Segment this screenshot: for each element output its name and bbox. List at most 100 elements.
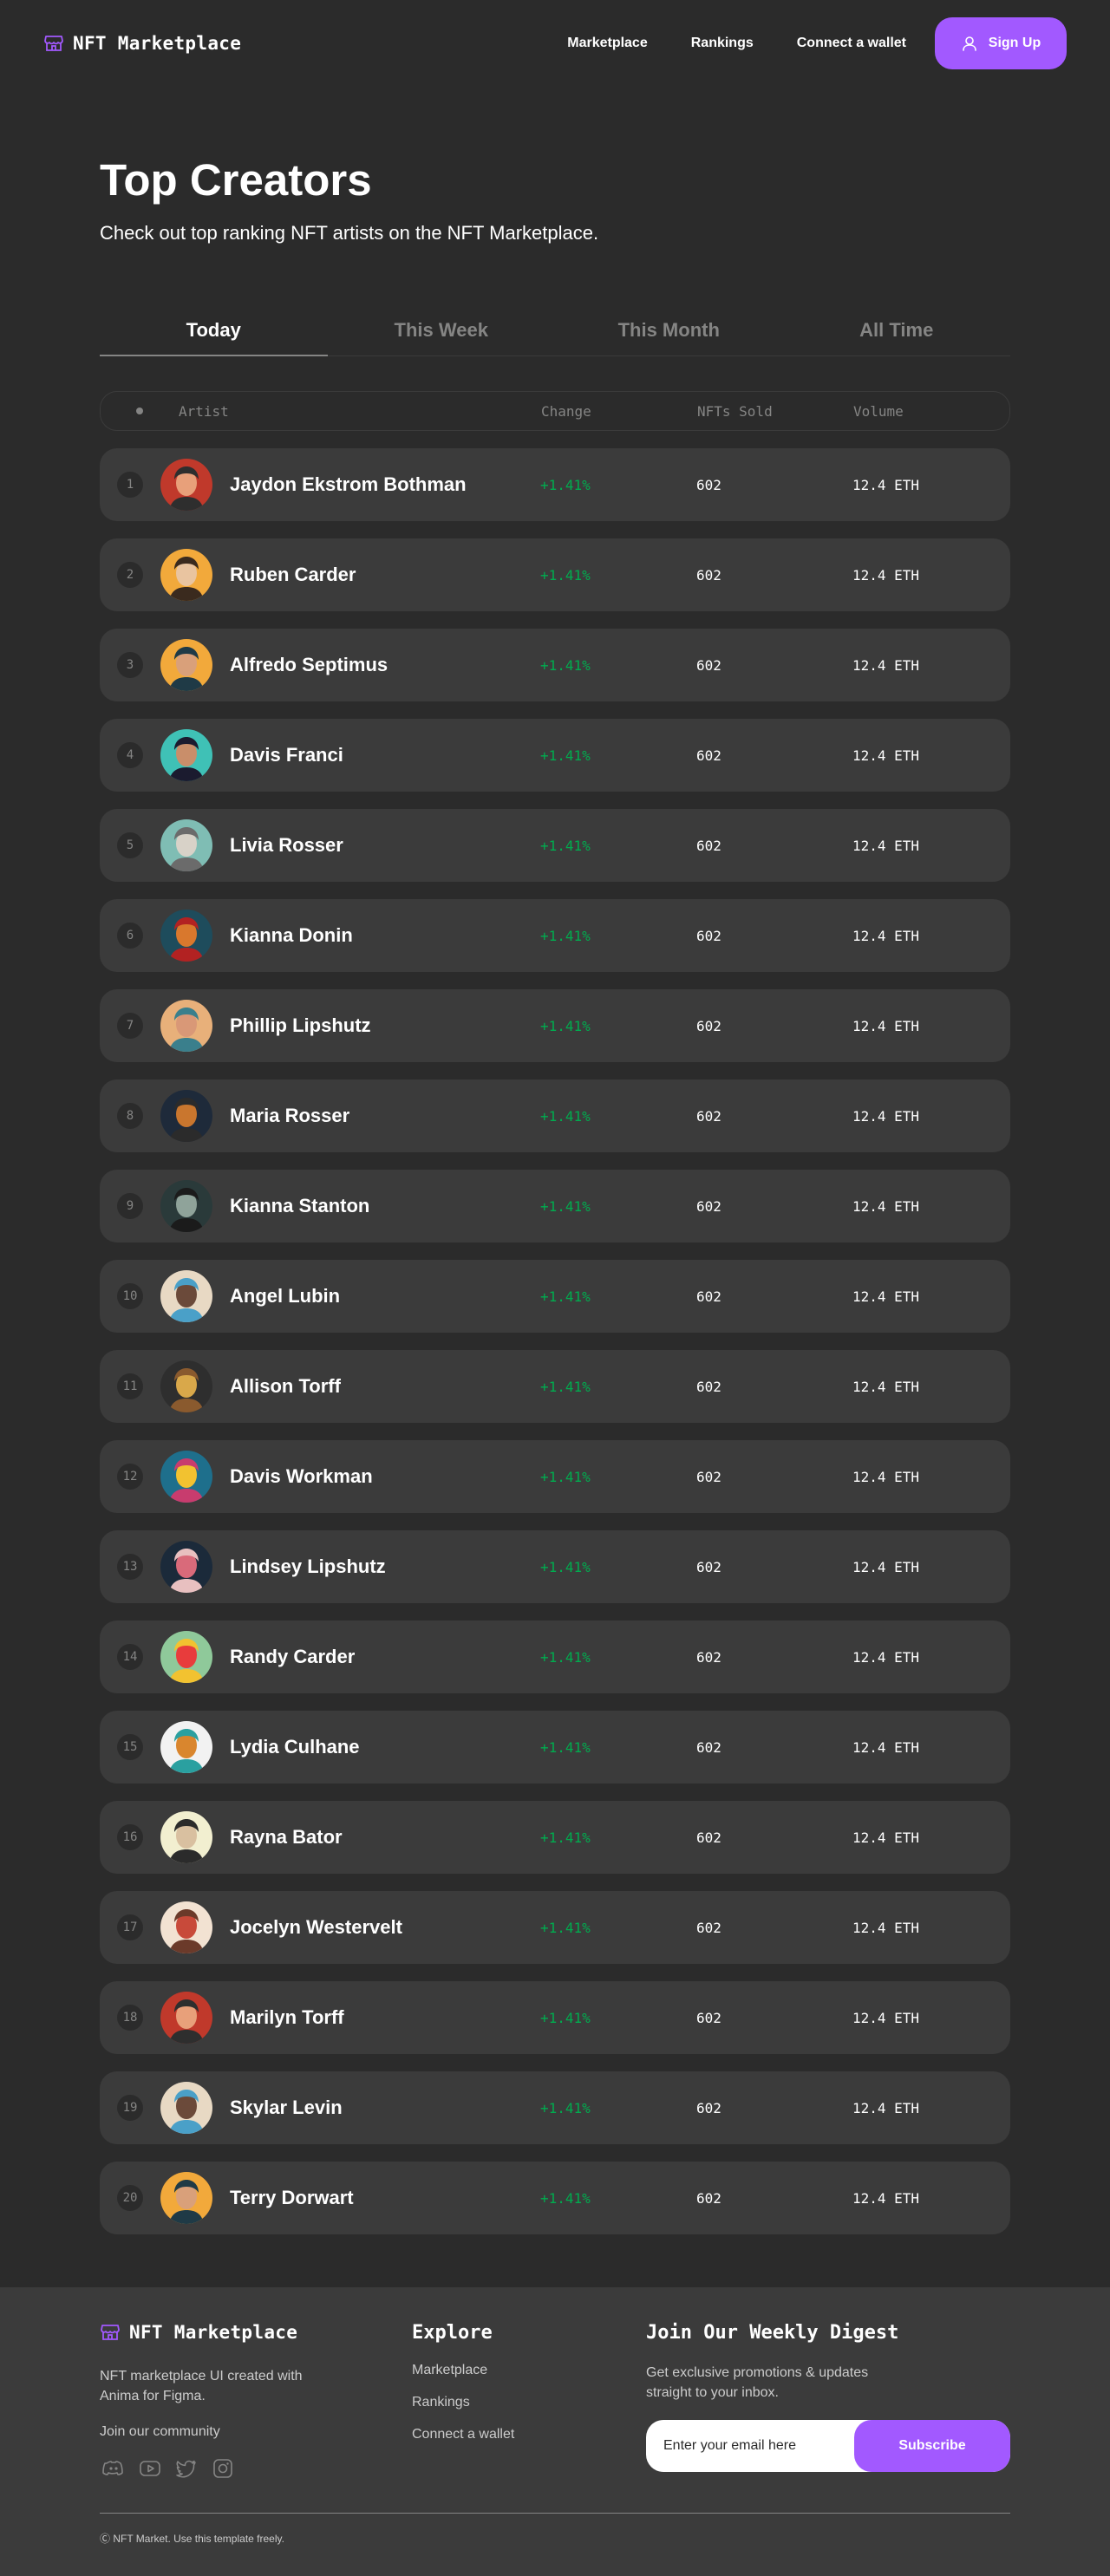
artist-cell: Lindsey Lipshutz (160, 1541, 540, 1594)
rankings-table: Artist Change NFTs Sold Volume 1 Jaydon … (100, 391, 1010, 2235)
email-input[interactable] (646, 2438, 854, 2455)
change-value: +1.41% (540, 1288, 591, 1305)
table-row[interactable]: 2 Ruben Carder +1.41% 602 12.4 ETH (100, 538, 1010, 612)
artist-cell: Terry Dorwart (160, 2172, 540, 2225)
avatar-portrait (160, 1541, 212, 1594)
nfts-sold-value: 602 (696, 2009, 722, 2026)
rank-cell: 6 (117, 923, 160, 949)
volume-value: 12.4 ETH (852, 656, 920, 674)
volume-value: 12.4 ETH (852, 476, 920, 493)
table-row[interactable]: 9 Kianna Stanton +1.41% 602 12.4 ETH (100, 1170, 1010, 1243)
rank-badge: 1 (117, 472, 143, 499)
sold-header: NFTs Sold (697, 402, 773, 420)
table-row[interactable]: 13 Lindsey Lipshutz +1.41% 602 12.4 ETH (100, 1530, 1010, 1604)
table-row[interactable]: 12 Davis Workman +1.41% 602 12.4 ETH (100, 1440, 1010, 1514)
volume-value: 12.4 ETH (852, 2099, 920, 2116)
volume-value: 12.4 ETH (852, 1017, 920, 1034)
nfts-sold-value: 602 (696, 1197, 722, 1215)
nfts-sold-value: 602 (696, 747, 722, 764)
artist-name: Livia Rosser (230, 834, 343, 857)
table-row[interactable]: 3 Alfredo Septimus +1.41% 602 12.4 ETH (100, 629, 1010, 702)
table-row[interactable]: 19 Skylar Levin +1.41% 602 12.4 ETH (100, 2071, 1010, 2145)
change-value: +1.41% (540, 1829, 591, 1846)
footer: NFT Marketplace NFT marketplace UI creat… (0, 2287, 1110, 2576)
avatar-portrait (160, 910, 212, 962)
artist-name: Lydia Culhane (230, 1736, 360, 1758)
avatar-portrait (160, 1811, 212, 1864)
rank-cell: 12 (117, 1464, 160, 1490)
instagram-link[interactable] (209, 2455, 237, 2482)
table-row[interactable]: 17 Jocelyn Westervelt +1.41% 602 12.4 ET… (100, 1891, 1010, 1965)
table-row[interactable]: 18 Marilyn Torff +1.41% 602 12.4 ETH (100, 1981, 1010, 2055)
avatar-portrait (160, 639, 212, 692)
nav-link-rankings[interactable]: Rankings (669, 36, 775, 51)
nfts-sold-value: 602 (696, 656, 722, 674)
youtube-link[interactable] (136, 2455, 164, 2482)
artist-cell: Marilyn Torff (160, 1992, 540, 2044)
artist-header: Artist (179, 402, 229, 420)
subscribe-button[interactable]: Subscribe (854, 2420, 1010, 2473)
rank-badge: 9 (117, 1193, 143, 1220)
volume-value: 12.4 ETH (852, 1829, 920, 1846)
avatar-portrait (160, 1451, 212, 1503)
artist-avatar (160, 639, 212, 692)
footer-brand-name: NFT Marketplace (129, 2322, 298, 2343)
rank-cell: 19 (117, 2095, 160, 2122)
change-value: +1.41% (540, 2009, 591, 2026)
digest-heading: Join Our Weekly Digest (646, 2322, 899, 2344)
nav-link-marketplace[interactable]: Marketplace (545, 36, 669, 51)
tab-today[interactable]: Today (100, 319, 328, 357)
table-row[interactable]: 16 Rayna Bator +1.41% 602 12.4 ETH (100, 1801, 1010, 1875)
table-row[interactable]: 6 Kianna Donin +1.41% 602 12.4 ETH (100, 899, 1010, 973)
rank-cell: 14 (117, 1644, 160, 1671)
table-row[interactable]: 10 Angel Lubin +1.41% 602 12.4 ETH (100, 1260, 1010, 1334)
tab-all-time[interactable]: All Time (783, 319, 1011, 355)
instagram-icon (213, 2458, 232, 2478)
rank-cell: 4 (117, 742, 160, 769)
tab-this-week[interactable]: This Week (328, 319, 556, 355)
sign-up-button[interactable]: Sign Up (935, 17, 1067, 69)
table-row[interactable]: 4 Davis Franci +1.41% 602 12.4 ETH (100, 719, 1010, 792)
table-row[interactable]: 20 Terry Dorwart +1.41% 602 12.4 ETH (100, 2162, 1010, 2235)
table-row[interactable]: 8 Maria Rosser +1.41% 602 12.4 ETH (100, 1079, 1010, 1153)
nfts-sold-value: 602 (696, 1738, 722, 1756)
footer-about: NFT Marketplace NFT marketplace UI creat… (100, 2322, 412, 2482)
rank-badge: 16 (117, 1824, 143, 1851)
nfts-sold-value: 602 (696, 566, 722, 584)
avatar-portrait (160, 1180, 212, 1233)
nfts-sold-value: 602 (696, 2189, 722, 2207)
footer-brand[interactable]: NFT Marketplace (100, 2322, 412, 2343)
tab-this-month[interactable]: This Month (555, 319, 783, 355)
table-row[interactable]: 5 Livia Rosser +1.41% 602 12.4 ETH (100, 809, 1010, 883)
artist-avatar (160, 1270, 212, 1323)
avatar-portrait (160, 459, 212, 512)
discord-link[interactable] (100, 2455, 127, 2482)
footer-link-marketplace[interactable]: Marketplace (412, 2363, 646, 2378)
artist-avatar (160, 1901, 212, 1954)
rank-badge: 8 (117, 1103, 143, 1130)
artist-name: Alfredo Septimus (230, 654, 388, 676)
brand[interactable]: NFT Marketplace (43, 33, 241, 54)
table-row[interactable]: 1 Jaydon Ekstrom Bothman +1.41% 602 12.4… (100, 448, 1010, 522)
table-row[interactable]: 15 Lydia Culhane +1.41% 602 12.4 ETH (100, 1711, 1010, 1784)
table-row[interactable]: 14 Randy Carder +1.41% 602 12.4 ETH (100, 1621, 1010, 1694)
footer-link-connect-wallet[interactable]: Connect a wallet (412, 2427, 646, 2442)
page-title: Top Creators (100, 155, 372, 205)
artist-name: Kianna Donin (230, 924, 353, 947)
rank-cell: 10 (117, 1283, 160, 1310)
footer-link-rankings[interactable]: Rankings (412, 2395, 646, 2410)
twitter-link[interactable] (173, 2455, 200, 2482)
nav-link-connect-wallet[interactable]: Connect a wallet (775, 36, 928, 51)
volume-value: 12.4 ETH (852, 2009, 920, 2026)
change-value: +1.41% (540, 1378, 591, 1395)
artist-avatar (160, 819, 212, 872)
rank-badge: 14 (117, 1644, 143, 1671)
avatar-portrait (160, 549, 212, 602)
table-row[interactable]: 7 Phillip Lipshutz +1.41% 602 12.4 ETH (100, 989, 1010, 1063)
volume-value: 12.4 ETH (852, 837, 920, 854)
artist-name: Maria Rosser (230, 1105, 350, 1127)
artist-avatar (160, 1631, 212, 1684)
change-value: +1.41% (540, 656, 591, 674)
change-header: Change (541, 402, 591, 420)
table-row[interactable]: 11 Allison Torff +1.41% 602 12.4 ETH (100, 1350, 1010, 1424)
